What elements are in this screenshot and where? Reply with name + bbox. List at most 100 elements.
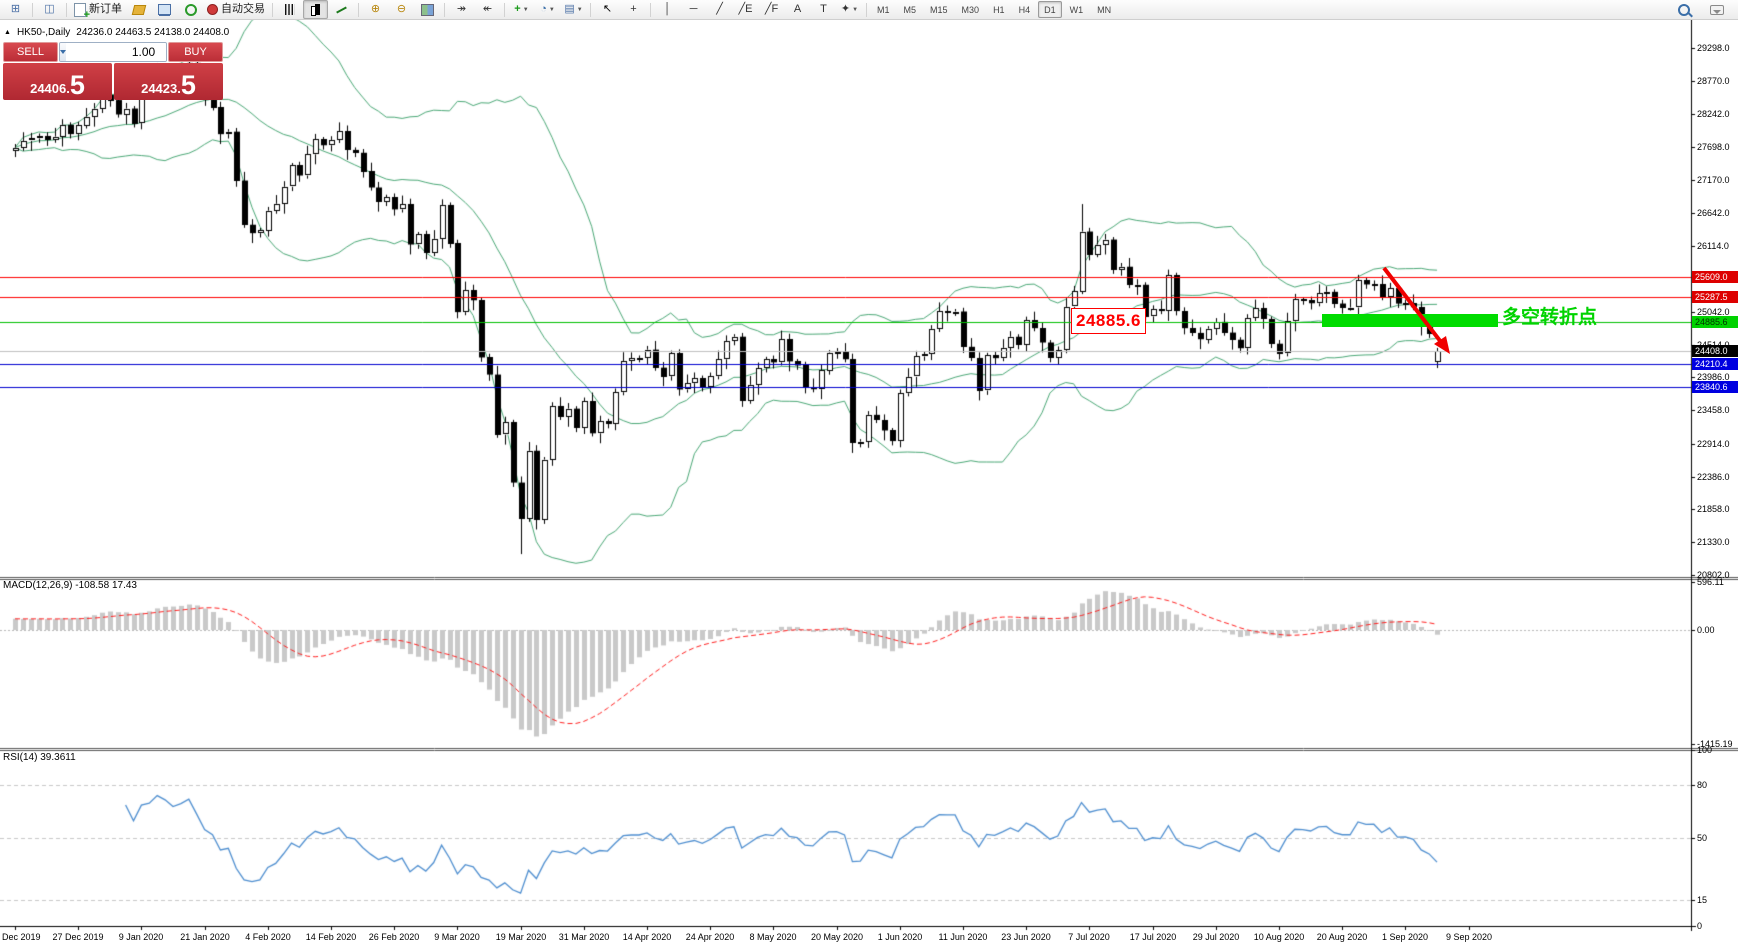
price-callout-box: 24885.6: [1071, 308, 1146, 334]
zoom-out-icon: ⊖: [396, 3, 407, 15]
equidistant-channel-button[interactable]: ╱E: [733, 0, 758, 19]
price-axis-tick: 23458.0: [1697, 405, 1730, 415]
signals-button[interactable]: [178, 0, 203, 19]
timeframe-toolbar: M1 M5 M15 M30 H1 H4 D1 W1 MN: [870, 1, 1118, 18]
rsi-axis-tick: 50: [1697, 833, 1708, 843]
text-label-button[interactable]: T: [811, 0, 836, 19]
vertical-line-icon: │: [664, 3, 671, 15]
toolbar-separator: [444, 2, 445, 17]
new-chart-button[interactable]: + ▼: [509, 0, 534, 19]
eraser-button[interactable]: [126, 0, 151, 19]
date-axis-label: 17 Jul 2020: [1129, 932, 1177, 942]
timeframe-h1-button[interactable]: H1: [987, 1, 1011, 18]
periods-button[interactable]: ◔ ▼: [535, 0, 560, 19]
chart-canvas[interactable]: [0, 0, 1738, 945]
chat-icon: [1709, 4, 1724, 15]
search-button[interactable]: [1671, 0, 1696, 19]
date-axis-label: 20 Aug 2020: [1316, 932, 1368, 942]
volume-input[interactable]: [66, 43, 166, 61]
chart-title: ▲ HK50-,Daily 24236.0 24463.5 24138.0 24…: [4, 27, 229, 38]
profiles-button[interactable]: ◫: [37, 0, 62, 19]
level-box-pivot: 24885.6: [1692, 315, 1738, 328]
terminal-icon: [158, 4, 171, 15]
line-chart-button[interactable]: [329, 0, 354, 19]
auto-scroll-icon: ↞: [482, 3, 493, 15]
toolbar-separator: [504, 2, 505, 17]
sell-button[interactable]: SELL: [3, 42, 58, 62]
timeframe-m30-button[interactable]: M30: [956, 1, 986, 18]
zoom-in-icon: ⊕: [370, 3, 381, 15]
new-chart-icon: +: [514, 3, 521, 15]
timeframe-m15-button[interactable]: M15: [924, 1, 954, 18]
timeframe-m5-button[interactable]: M5: [898, 1, 923, 18]
trendline-icon: ╱: [716, 3, 723, 15]
date-axis-label: 4 Feb 2020: [245, 932, 291, 942]
new-order-label: 新订单: [89, 3, 122, 15]
trendline-button[interactable]: ╱: [707, 0, 732, 19]
charts-window-icon: ⊞: [10, 3, 21, 15]
one-click-toggle-icon[interactable]: ▲: [4, 29, 11, 36]
date-axis-label: 14 Feb 2020: [305, 932, 357, 942]
vertical-line-button[interactable]: │: [655, 0, 680, 19]
macd-axis-tick: 0.00: [1697, 625, 1715, 635]
candlestick-chart-icon: [310, 3, 322, 16]
trend-arrow: [1382, 266, 1450, 354]
timeframe-h4-button[interactable]: H4: [1013, 1, 1037, 18]
crosshair-button[interactable]: +: [621, 0, 646, 19]
horizontal-line-button[interactable]: ─: [681, 0, 706, 19]
rsi-axis-tick: 80: [1697, 780, 1708, 790]
charts-window-button[interactable]: ⊞: [3, 0, 28, 19]
autotrading-button[interactable]: 自动交易: [204, 0, 268, 19]
one-click-trading-panel: SELL BUY 24406. 5 24423. 5: [3, 42, 223, 100]
rsi-axis-tick: 100: [1697, 745, 1713, 755]
sell-price-pips: 5: [69, 70, 85, 101]
price-axis-tick: 21858.0: [1697, 504, 1730, 514]
toolbar-separator: [66, 2, 67, 17]
bar-chart-button[interactable]: [277, 0, 302, 19]
text-button[interactable]: A: [785, 0, 810, 19]
macd-indicator-label: MACD(12,26,9) -108.58 17.43: [3, 580, 137, 591]
buy-button[interactable]: BUY: [168, 42, 223, 62]
level-box-support-2: 23840.6: [1692, 380, 1738, 393]
templates-button[interactable]: ▤ ▼: [561, 0, 586, 19]
buy-price-button[interactable]: 24423. 5: [114, 63, 223, 100]
zoom-out-button[interactable]: ⊖: [389, 0, 414, 19]
chat-button[interactable]: [1704, 0, 1729, 19]
date-axis-label: 26 Feb 2020: [368, 932, 420, 942]
date-axis-label: 1 Sep 2020: [1381, 932, 1429, 942]
timeframe-d1-button[interactable]: D1: [1038, 1, 1062, 18]
text-icon: A: [793, 3, 802, 15]
tile-windows-button[interactable]: [415, 0, 440, 19]
date-axis-label: 9 Mar 2020: [434, 932, 480, 942]
zone-text-label: 多空转折点: [1502, 307, 1598, 328]
cursor-button[interactable]: ↖: [595, 0, 620, 19]
date-axis-label: 8 May 2020: [749, 932, 797, 942]
buy-price-main: 24423.: [141, 81, 181, 96]
fibonacci-button[interactable]: ╱F: [759, 0, 784, 19]
new-order-button[interactable]: 新订单: [71, 0, 125, 21]
zoom-in-button[interactable]: ⊕: [363, 0, 388, 19]
sell-price-button[interactable]: 24406. 5: [3, 63, 112, 100]
arrows-button[interactable]: ✦ ▼: [837, 0, 862, 19]
bar-chart-icon: [284, 4, 295, 15]
crosshair-icon: +: [630, 3, 637, 15]
toolbar-separator: [272, 2, 273, 17]
toolbar-right-group: [1671, 0, 1735, 19]
terminal-button[interactable]: [152, 0, 177, 19]
rsi-axis-tick: 0: [1697, 921, 1703, 931]
price-axis-tick: 28770.0: [1697, 76, 1730, 86]
timeframe-w1-button[interactable]: W1: [1064, 1, 1090, 18]
timeframe-mn-button[interactable]: MN: [1091, 1, 1117, 18]
toolbar-separator: [866, 2, 867, 17]
price-axis-tick: 27698.0: [1697, 142, 1730, 152]
chevron-down-icon: ▼: [852, 6, 859, 13]
toolbar-separator: [650, 2, 651, 17]
text-label-icon: T: [820, 3, 827, 15]
candlestick-chart-button[interactable]: [303, 0, 328, 19]
auto-scroll-button[interactable]: ↞: [475, 0, 500, 19]
chevron-down-icon: ▼: [576, 6, 583, 13]
timeframe-m1-button[interactable]: M1: [871, 1, 896, 18]
sell-price-main: 24406.: [30, 81, 70, 96]
chart-shift-button[interactable]: ↠: [449, 0, 474, 19]
fibonacci-icon: ╱F: [764, 3, 779, 15]
